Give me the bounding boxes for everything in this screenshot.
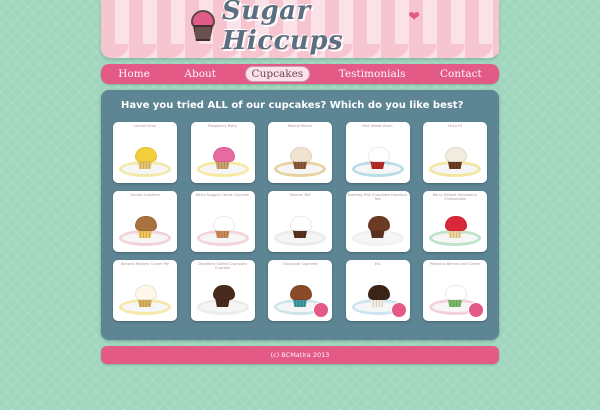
cupcake-card[interactable]: Pistachio Berries and Cream <box>423 260 487 321</box>
cupcake-name: Decadent Salted Chocolate Cupcake <box>198 262 247 271</box>
cupcake-image <box>135 216 157 238</box>
cupcake-name: Red Velvet Vixen <box>362 124 393 128</box>
cupcake-card[interactable]: Raspberry Ruby <box>190 122 255 183</box>
cupcake-card[interactable]: Berry Delight Strawberry Cheesecake <box>423 191 487 252</box>
nav-item-testimonials[interactable]: Testimonials <box>333 67 412 81</box>
cupcake-card[interactable]: Lemon Drop <box>113 122 177 183</box>
cupcake-image <box>290 216 312 238</box>
cupcake-card[interactable]: Chocolate Supreme <box>268 260 332 321</box>
cupcake-card[interactable]: Red Velvet Vixen <box>345 122 410 183</box>
copyright-text: (c) BCMatira 2013 <box>270 351 330 359</box>
cupcake-name: Berry Nugget Carrot Cupcake <box>196 193 249 197</box>
cupcake-gallery-panel: Have you tried ALL of our cupcakes? Whic… <box>101 90 499 340</box>
sugar-hiccups-badge-icon <box>313 302 329 318</box>
cupcake-image <box>367 285 390 307</box>
nav-item-about[interactable]: About <box>178 67 222 81</box>
site-logo[interactable]: Sugar Hiccups ❤ <box>190 0 420 56</box>
cupcake-image <box>290 285 312 307</box>
cupcake-image <box>367 147 390 169</box>
cupcake-card[interactable]: Mocha Moron <box>268 122 332 183</box>
heart-icon: ❤ <box>408 9 420 25</box>
cupcake-name: Berry Delight Strawberry Cheesecake <box>432 193 478 202</box>
gallery-heading: Have you tried ALL of our cupcakes? Whic… <box>121 100 464 111</box>
cupcake-icon <box>190 10 215 42</box>
sugar-hiccups-badge-icon <box>468 302 484 318</box>
cupcake-grid: Lemon Drop Raspberry Ruby Mocha Moron Red V… <box>113 122 491 332</box>
cupcake-name: Nutmeg Milk Chocolate Hazelnut Tart <box>348 193 407 202</box>
cupcake-name: Chocolate Supreme <box>282 262 318 266</box>
cupcake-card[interactable]: Decadent Salted Chocolate Cupcake <box>190 260 255 321</box>
main-nav: Home About Cupcakes Testimonials Contact <box>101 64 499 84</box>
nav-item-cupcakes[interactable]: Cupcakes <box>244 66 311 82</box>
site-footer: (c) BCMatira 2013 <box>101 346 499 364</box>
cupcake-image <box>212 147 235 169</box>
cupcake-card[interactable]: Ero <box>345 260 410 321</box>
cupcake-name: Hi-Lo Hi <box>448 124 462 128</box>
cupcake-name: Lemon Drop <box>134 124 156 128</box>
cupcake-image <box>445 285 467 307</box>
cupcake-image <box>367 216 390 238</box>
cupcake-image <box>445 216 467 238</box>
cupcake-image <box>135 285 157 307</box>
cupcake-image <box>212 216 235 238</box>
cupcake-card[interactable]: Hi-Lo Hi <box>423 122 487 183</box>
cupcake-card[interactable]: Nutmeg Milk Chocolate Hazelnut Tart <box>345 191 410 252</box>
cupcake-card[interactable]: Berry Nugget Carrot Cupcake <box>190 191 255 252</box>
cupcake-card[interactable]: Vanilla Sunshine <box>113 191 177 252</box>
cupcake-name: Mocha Moron <box>287 124 313 128</box>
cupcake-image <box>290 147 312 169</box>
cupcake-name: Pistachio Berries and Cream <box>429 262 481 266</box>
cupcake-image <box>135 147 157 169</box>
cupcake-name: Banana Monkey Cream Pie <box>120 262 170 266</box>
sugar-hiccups-badge-icon <box>390 302 407 318</box>
cupcake-card[interactable]: Smores Tart <box>268 191 332 252</box>
nav-item-contact[interactable]: Contact <box>434 67 488 81</box>
cupcake-image <box>445 147 467 169</box>
cupcake-card[interactable]: Banana Monkey Cream Pie <box>113 260 177 321</box>
cupcake-name: Ero <box>374 262 381 266</box>
cupcake-name: Raspberry Ruby <box>208 124 237 128</box>
brand-name: Sugar Hiccups <box>221 0 344 56</box>
cupcake-name: Vanilla Sunshine <box>130 193 160 197</box>
cupcake-name: Smores Tart <box>289 193 311 197</box>
cupcake-image <box>212 285 235 307</box>
nav-item-home[interactable]: Home <box>112 67 156 81</box>
